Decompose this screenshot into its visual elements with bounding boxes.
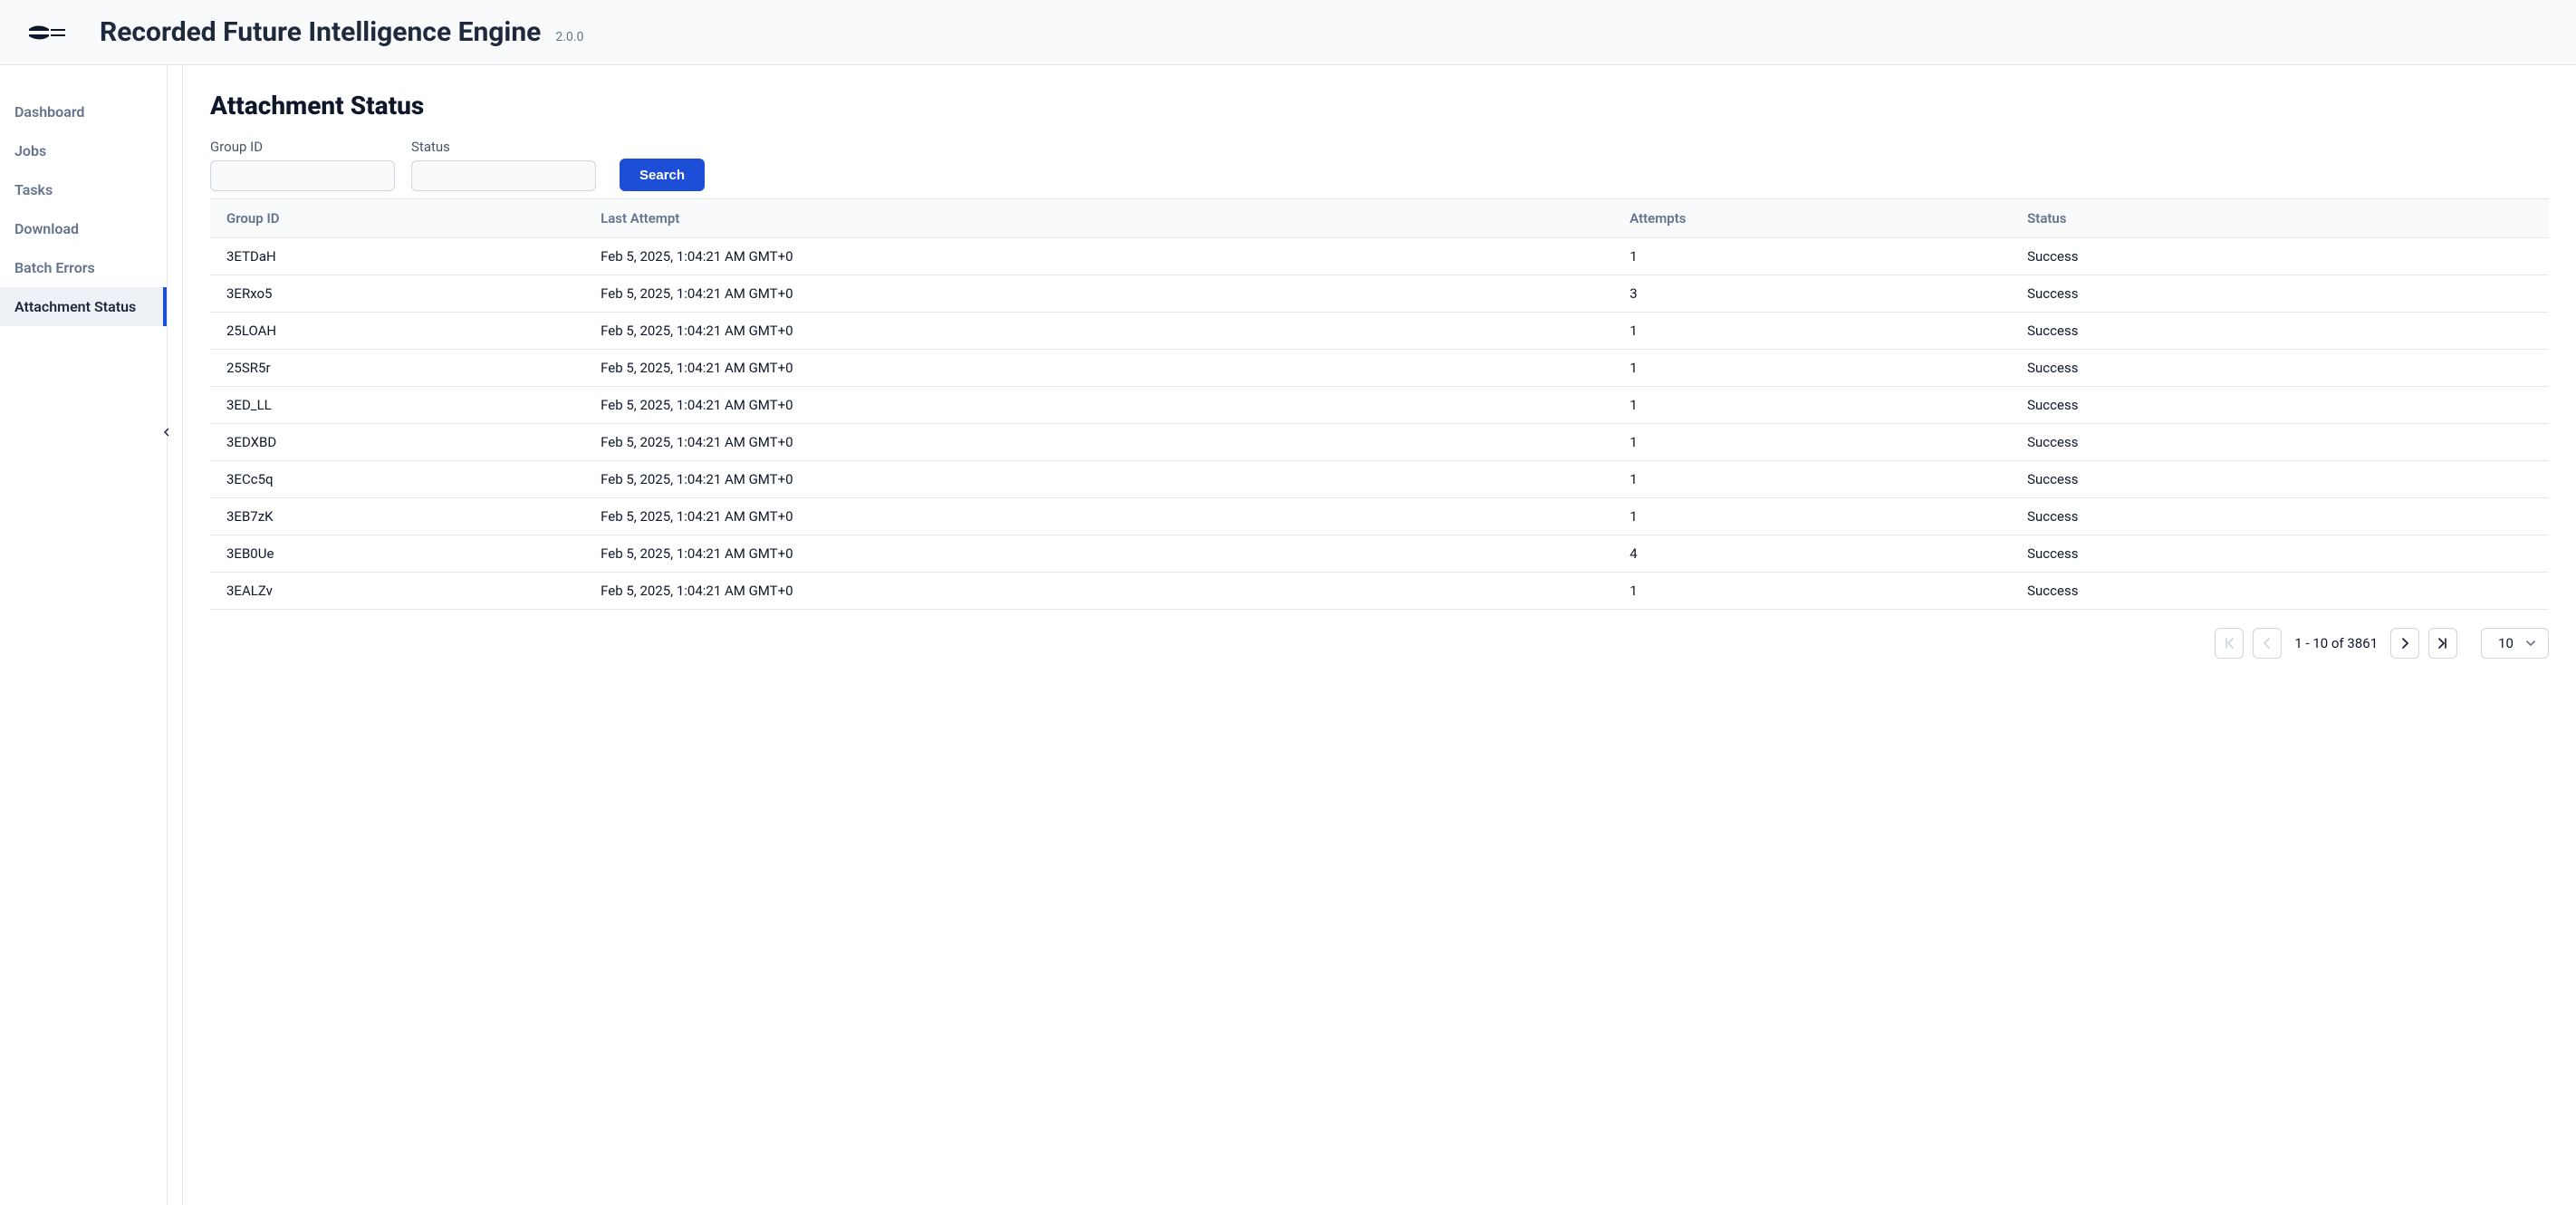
cell-attempts: 3	[1613, 275, 2011, 313]
filter-bar: Group ID Status Search	[210, 139, 2549, 191]
cell-attempts: 1	[1613, 424, 2011, 461]
cell-attempts: 1	[1613, 350, 2011, 387]
cell-status: Success	[2011, 238, 2549, 275]
cell-group-id: 3EDXBD	[210, 424, 584, 461]
chevron-left-icon	[2261, 637, 2273, 650]
cell-status: Success	[2011, 387, 2549, 424]
cell-last-attempt: Feb 5, 2025, 1:04:21 AM GMT+0	[584, 350, 1613, 387]
chevron-right-icon	[2398, 637, 2411, 650]
sidebar-item-label: Download	[14, 220, 79, 237]
sidebar-item-dashboard[interactable]: Dashboard	[0, 92, 167, 131]
page-first-button[interactable]	[2215, 628, 2244, 659]
cell-status: Success	[2011, 461, 2549, 498]
cell-attempts: 1	[1613, 498, 2011, 535]
status-field: Status	[411, 139, 596, 191]
cell-attempts: 1	[1613, 313, 2011, 350]
col-attempts[interactable]: Attempts	[1613, 199, 2011, 238]
sidebar-item-label: Attachment Status	[14, 298, 136, 315]
cell-attempts: 1	[1613, 387, 2011, 424]
cell-group-id: 3EB7zK	[210, 498, 584, 535]
table-header-row: Group ID Last Attempt Attempts Status	[210, 199, 2549, 238]
cell-group-id: 25LOAH	[210, 313, 584, 350]
cell-last-attempt: Feb 5, 2025, 1:04:21 AM GMT+0	[584, 275, 1613, 313]
sidebar-item-tasks[interactable]: Tasks	[0, 170, 167, 209]
page-first-icon	[2223, 637, 2235, 650]
page-title: Attachment Status	[210, 91, 2549, 120]
sidebar-item-attachment-status[interactable]: Attachment Status	[0, 287, 167, 326]
sidebar-item-label: Jobs	[14, 142, 46, 159]
sidebar-collapse-button[interactable]	[158, 423, 176, 441]
cell-last-attempt: Feb 5, 2025, 1:04:21 AM GMT+0	[584, 461, 1613, 498]
sidebar-item-download[interactable]: Download	[0, 209, 167, 248]
col-last-attempt[interactable]: Last Attempt	[584, 199, 1613, 238]
cell-last-attempt: Feb 5, 2025, 1:04:21 AM GMT+0	[584, 535, 1613, 573]
cell-attempts: 1	[1613, 238, 2011, 275]
cell-status: Success	[2011, 313, 2549, 350]
col-group-id[interactable]: Group ID	[210, 199, 584, 238]
cell-attempts: 4	[1613, 535, 2011, 573]
app-title: Recorded Future Intelligence Engine	[100, 16, 541, 48]
page-last-icon	[2437, 637, 2449, 650]
sidebar: Dashboard Jobs Tasks Download Batch Errors At…	[0, 65, 168, 1205]
table-row[interactable]: 3ETDaHFeb 5, 2025, 1:04:21 AM GMT+01Succ…	[210, 238, 2549, 275]
table-row[interactable]: 25LOAHFeb 5, 2025, 1:04:21 AM GMT+01Succ…	[210, 313, 2549, 350]
group-id-input[interactable]	[210, 160, 395, 191]
cell-group-id: 3ETDaH	[210, 238, 584, 275]
pagination-range: 1 - 10 of 3861	[2291, 635, 2381, 651]
table-row[interactable]: 3ED_LLFeb 5, 2025, 1:04:21 AM GMT+01Succ…	[210, 387, 2549, 424]
cell-group-id: 3ECc5q	[210, 461, 584, 498]
cell-status: Success	[2011, 424, 2549, 461]
sidebar-item-label: Dashboard	[14, 103, 84, 120]
table-row[interactable]: 3EB0UeFeb 5, 2025, 1:04:21 AM GMT+04Succ…	[210, 535, 2549, 573]
cell-last-attempt: Feb 5, 2025, 1:04:21 AM GMT+0	[584, 238, 1613, 275]
cell-last-attempt: Feb 5, 2025, 1:04:21 AM GMT+0	[584, 573, 1613, 610]
page-prev-button[interactable]	[2253, 628, 2282, 659]
sidebar-item-jobs[interactable]: Jobs	[0, 131, 167, 170]
col-status[interactable]: Status	[2011, 199, 2549, 238]
cell-status: Success	[2011, 535, 2549, 573]
table-row[interactable]: 3ECc5qFeb 5, 2025, 1:04:21 AM GMT+01Succ…	[210, 461, 2549, 498]
table-row[interactable]: 3EB7zKFeb 5, 2025, 1:04:21 AM GMT+01Succ…	[210, 498, 2549, 535]
sidebar-item-label: Tasks	[14, 181, 53, 198]
chevron-down-icon	[2524, 637, 2537, 650]
status-input[interactable]	[411, 160, 596, 191]
cell-group-id: 3ERxo5	[210, 275, 584, 313]
cell-group-id: 3EALZv	[210, 573, 584, 610]
cell-attempts: 1	[1613, 461, 2011, 498]
page-size-select[interactable]: 10	[2481, 628, 2549, 659]
cell-last-attempt: Feb 5, 2025, 1:04:21 AM GMT+0	[584, 387, 1613, 424]
page-size-value: 10	[2498, 635, 2514, 651]
cell-status: Success	[2011, 350, 2549, 387]
topbar: Recorded Future Intelligence Engine 2.0.…	[0, 0, 2576, 65]
table-row[interactable]: 25SR5rFeb 5, 2025, 1:04:21 AM GMT+01Succ…	[210, 350, 2549, 387]
cell-last-attempt: Feb 5, 2025, 1:04:21 AM GMT+0	[584, 424, 1613, 461]
cell-last-attempt: Feb 5, 2025, 1:04:21 AM GMT+0	[584, 498, 1613, 535]
cell-status: Success	[2011, 498, 2549, 535]
cell-status: Success	[2011, 573, 2549, 610]
group-id-label: Group ID	[210, 139, 395, 155]
main-content: Attachment Status Group ID Status Search…	[182, 65, 2576, 1205]
group-id-field: Group ID	[210, 139, 395, 191]
app-logo	[27, 22, 67, 43]
sidebar-item-batch-errors[interactable]: Batch Errors	[0, 248, 167, 287]
cell-group-id: 3ED_LL	[210, 387, 584, 424]
pagination: 1 - 10 of 3861 10	[210, 628, 2549, 659]
chevron-left-icon	[162, 428, 171, 437]
app-version: 2.0.0	[555, 30, 583, 44]
page-last-button[interactable]	[2428, 628, 2457, 659]
cell-status: Success	[2011, 275, 2549, 313]
attachment-status-table: Group ID Last Attempt Attempts Status 3E…	[210, 198, 2549, 610]
page-next-button[interactable]	[2390, 628, 2419, 659]
cell-attempts: 1	[1613, 573, 2011, 610]
table-row[interactable]: 3EALZvFeb 5, 2025, 1:04:21 AM GMT+01Succ…	[210, 573, 2549, 610]
search-button[interactable]: Search	[620, 159, 705, 191]
table-row[interactable]: 3ERxo5Feb 5, 2025, 1:04:21 AM GMT+03Succ…	[210, 275, 2549, 313]
table-row[interactable]: 3EDXBDFeb 5, 2025, 1:04:21 AM GMT+01Succ…	[210, 424, 2549, 461]
sidebar-item-label: Batch Errors	[14, 259, 95, 276]
cell-group-id: 3EB0Ue	[210, 535, 584, 573]
cell-group-id: 25SR5r	[210, 350, 584, 387]
cell-last-attempt: Feb 5, 2025, 1:04:21 AM GMT+0	[584, 313, 1613, 350]
status-label: Status	[411, 139, 596, 155]
